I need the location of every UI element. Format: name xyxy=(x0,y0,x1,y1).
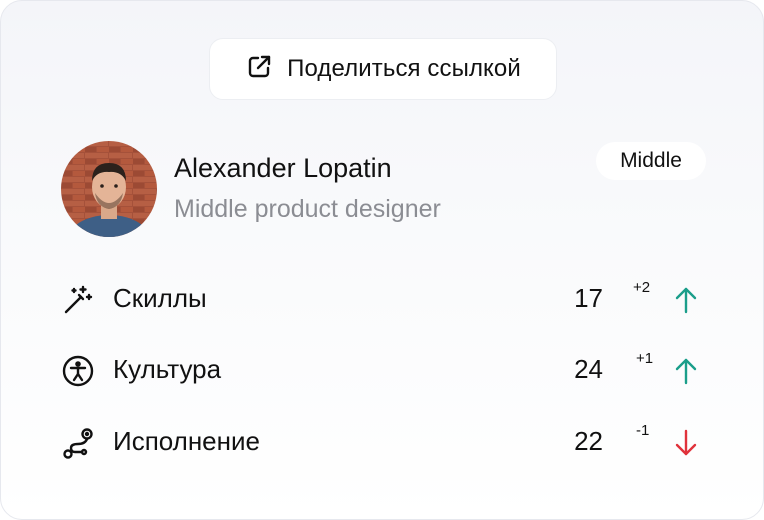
route-icon xyxy=(61,426,95,460)
metric-value: 17 xyxy=(574,283,603,313)
metric-delta: +2 xyxy=(633,279,651,296)
arrow-up-icon xyxy=(673,356,699,386)
share-link-label: Поделиться ссылкой xyxy=(287,55,521,82)
magic-wand-icon xyxy=(61,283,95,317)
arrow-up-icon xyxy=(673,285,699,315)
metric-row-skills: Скиллы 17 +2 xyxy=(61,279,701,319)
profile-name: Alexander Lopatin xyxy=(174,153,392,183)
metric-label: Культура xyxy=(113,354,222,384)
external-link-icon xyxy=(245,53,273,86)
metric-delta: -1 xyxy=(636,422,650,439)
profile-card: Поделиться ссылкой Alexander Lopatin Mid… xyxy=(0,0,764,520)
metric-label: Скиллы xyxy=(113,283,207,313)
metric-value: 24 xyxy=(574,354,603,384)
share-link-button[interactable]: Поделиться ссылкой xyxy=(209,38,557,100)
arrow-down-icon xyxy=(673,428,699,458)
accessibility-icon xyxy=(61,354,95,388)
profile-role: Middle product designer xyxy=(174,195,441,223)
avatar xyxy=(61,141,157,237)
metric-label: Исполнение xyxy=(113,426,260,456)
level-badge: Middle xyxy=(596,142,706,180)
metric-row-culture: Культура 24 +1 xyxy=(61,350,701,390)
metric-delta: +1 xyxy=(636,350,654,367)
metric-value: 22 xyxy=(574,426,603,456)
metric-row-execution: Исполнение 22 -1 xyxy=(61,422,701,462)
